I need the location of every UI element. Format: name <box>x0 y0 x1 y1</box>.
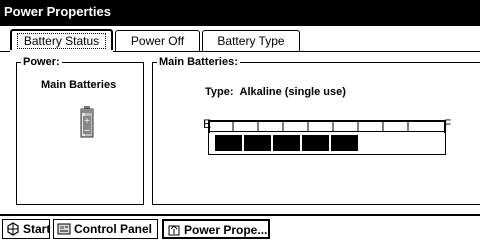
battery-level-segment <box>273 135 300 151</box>
taskbar: Start Control Panel Power Prope... <box>0 214 480 240</box>
battery-type-label: Type: <box>205 86 234 98</box>
main-batteries-group-legend: Main Batteries: <box>157 55 240 69</box>
start-icon <box>7 222 19 236</box>
battery-type-value: Alkaline (single use) <box>239 86 346 98</box>
control-panel-icon <box>57 223 71 235</box>
tab-battery-type-label: Battery Type <box>217 34 285 48</box>
taskbar-power-properties[interactable]: Power Prope... <box>162 219 270 239</box>
battery-level-segment <box>302 135 329 151</box>
power-properties-icon <box>168 225 180 236</box>
window-title: Power Properties <box>4 4 111 19</box>
svg-text:+: + <box>84 116 91 125</box>
control-panel-label: Control Panel <box>74 222 153 236</box>
main-batteries-label: Main Batteries <box>41 79 117 91</box>
battery-level-segment <box>331 135 358 151</box>
taskbar-control-panel[interactable]: Control Panel <box>53 219 158 239</box>
svg-text:−: − <box>84 126 91 135</box>
battery-level-segment <box>215 135 242 151</box>
tab-power-off-label: Power Off <box>130 34 185 48</box>
tab-power-off[interactable]: Power Off <box>115 30 200 52</box>
start-button[interactable]: Start <box>2 219 50 239</box>
start-label: Start <box>23 222 51 236</box>
tab-strip: Battery Status Power Off Battery Type <box>0 29 480 53</box>
title-bar: Power Properties <box>0 0 480 26</box>
tab-battery-status-label: Battery Status <box>16 33 107 49</box>
tab-battery-type[interactable]: Battery Type <box>202 30 300 52</box>
battery-level-segments <box>215 135 439 151</box>
battery-icon: + − <box>80 106 94 138</box>
battery-level-gauge <box>208 131 446 155</box>
power-group-legend: Power: <box>21 55 62 69</box>
battery-type-row: Type: Alkaline (single use) <box>205 86 346 98</box>
battery-level-segment <box>244 135 271 151</box>
power-properties-label: Power Prope... <box>184 223 268 237</box>
